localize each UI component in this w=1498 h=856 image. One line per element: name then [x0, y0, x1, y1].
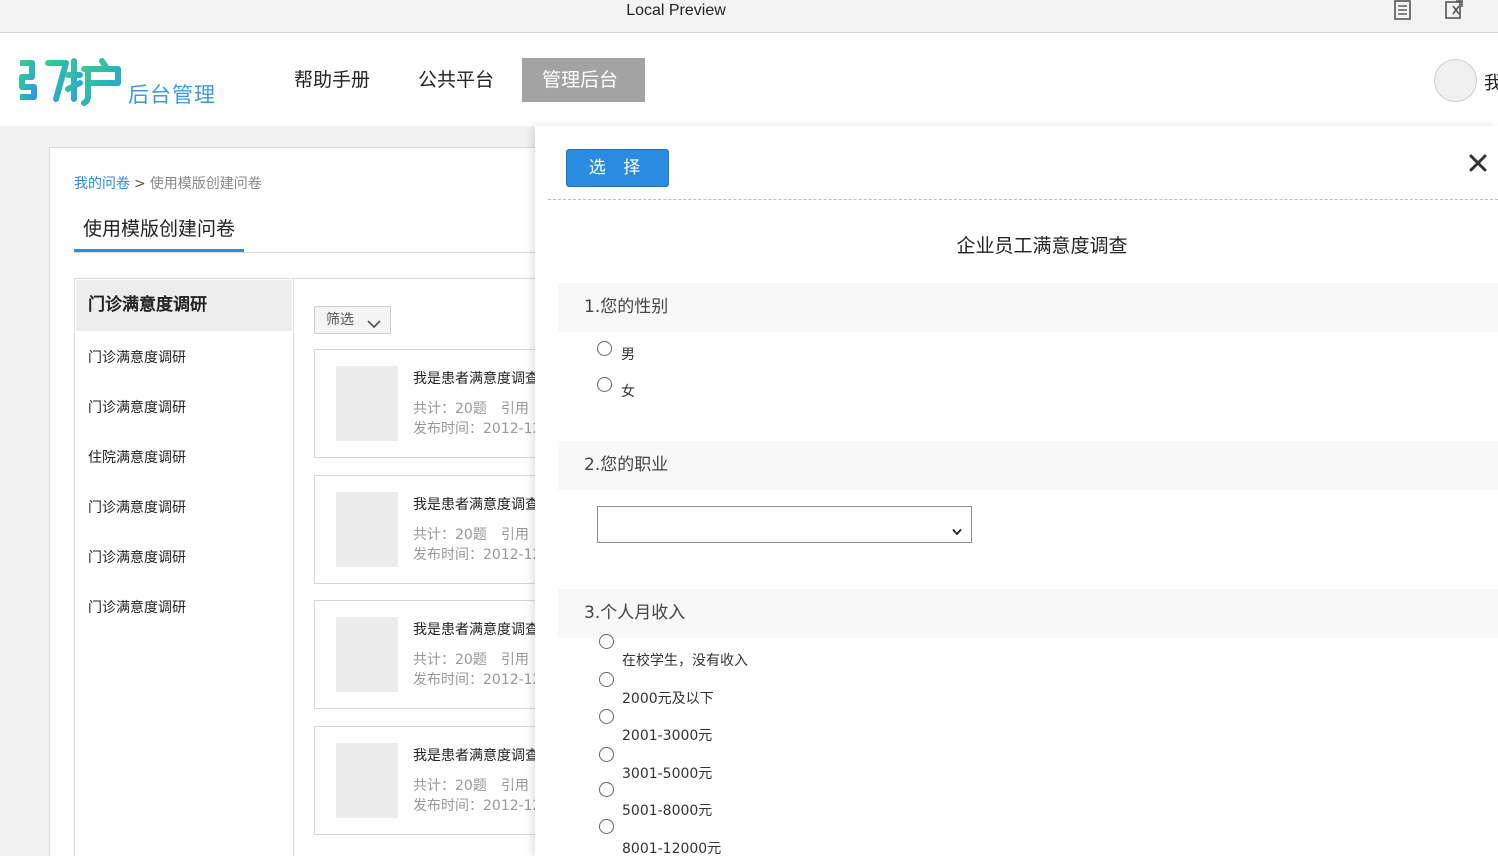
nav-admin-backend[interactable]: 管理后台: [522, 58, 645, 102]
template-ref: 引用: [500, 401, 529, 417]
template-count: 共计：20题: [413, 652, 487, 668]
title-divider: [74, 252, 570, 253]
template-thumbnail: [336, 617, 398, 692]
option-label: 在校学生，没有收入: [622, 653, 748, 669]
breadcrumb-link-my-surveys[interactable]: 我的问卷: [74, 176, 130, 192]
template-date: 发布时间：2012-12: [413, 421, 542, 437]
template-title: 我是患者满意度调查: [413, 497, 539, 513]
gender-male-radio[interactable]: [597, 341, 612, 356]
template-card[interactable]: 我是患者满意度调查 共计：20题 引用 发布时间：2012-12: [314, 475, 570, 584]
option-label: 男: [621, 347, 635, 363]
app-header: 后台管理 帮助手册 公共平台 管理后台 我: [0, 33, 1498, 126]
template-meta: 共计：20题 引用: [413, 524, 529, 544]
template-count: 共计：20题: [413, 778, 487, 794]
breadcrumb: 我的问卷 > 使用模版创建问卷: [74, 173, 262, 193]
option-label: 5001-8000元: [622, 803, 713, 819]
template-card[interactable]: 我是患者满意度调查 共计：20题 引用 发布时间：2012-12: [314, 600, 570, 709]
option-label: 8001-12000元: [622, 841, 722, 856]
template-ref: 引用: [500, 527, 529, 543]
template-count: 共计：20题: [413, 527, 487, 543]
drawer-divider: [548, 199, 1498, 200]
category-item[interactable]: 住院满意度调研: [88, 447, 186, 467]
select-button[interactable]: 选 择: [566, 149, 669, 187]
template-title: 我是患者满意度调查: [413, 748, 539, 764]
template-meta: 共计：20题 引用: [413, 649, 529, 669]
template-meta: 共计：20题 引用: [413, 775, 529, 795]
category-item[interactable]: 门诊满意度调研: [88, 547, 186, 567]
logo-subtitle: 后台管理: [128, 83, 216, 107]
logo[interactable]: [18, 57, 126, 107]
option-label: 3001-5000元: [622, 766, 713, 782]
chevron-down-icon: [366, 313, 382, 339]
category-item[interactable]: 门诊满意度调研: [88, 497, 186, 517]
category-header[interactable]: 门诊满意度调研: [76, 280, 292, 331]
filter-label: 筛选: [326, 312, 354, 328]
option-label: 女: [621, 384, 635, 400]
survey-title: 企业员工满意度调查: [956, 235, 1128, 257]
income-option-radio[interactable]: [599, 782, 614, 797]
template-thumbnail: [336, 743, 398, 818]
nav-help-manual[interactable]: 帮助手册: [274, 58, 390, 102]
external-link-icon[interactable]: [1444, 0, 1466, 22]
template-card[interactable]: 我是患者满意度调查 共计：20题 引用 发布时间：2012-12: [314, 726, 570, 835]
category-item[interactable]: 门诊满意度调研: [88, 347, 186, 367]
column-divider: [293, 278, 294, 856]
template-date: 发布时间：2012-12: [413, 798, 542, 814]
window-title: Local Preview: [626, 2, 726, 19]
template-count: 共计：20题: [413, 401, 487, 417]
gender-female-radio[interactable]: [597, 377, 612, 392]
income-option-radio[interactable]: [599, 747, 614, 762]
category-item[interactable]: 门诊满意度调研: [88, 597, 186, 617]
breadcrumb-separator: >: [134, 176, 146, 192]
option-label: 2001-3000元: [622, 728, 713, 744]
template-title: 我是患者满意度调查: [413, 622, 539, 638]
question-title: 1.您的性别: [558, 283, 1498, 332]
page-title-tab[interactable]: 使用模版创建问卷: [74, 214, 245, 252]
logo-mark: [19, 58, 121, 106]
template-preview-drawer: 选 择 企业员工满意度调查 1.您的性别 男 女 2.您的职业 3.个人月收入 …: [535, 126, 1498, 856]
avatar[interactable]: [1434, 59, 1477, 102]
income-option-radio[interactable]: [599, 634, 614, 649]
user-name[interactable]: 我: [1484, 69, 1498, 95]
template-date: 发布时间：2012-12: [413, 672, 542, 688]
question-title: 2.您的职业: [558, 441, 1498, 490]
template-ref: 引用: [500, 778, 529, 794]
income-option-radio[interactable]: [599, 672, 614, 687]
document-icon[interactable]: [1393, 0, 1415, 22]
template-ref: 引用: [500, 652, 529, 668]
income-option-radio[interactable]: [599, 819, 614, 834]
template-meta: 共计：20题 引用: [413, 398, 529, 418]
question-title: 3.个人月收入: [558, 589, 1498, 638]
template-date: 发布时间：2012-12: [413, 547, 542, 563]
category-item[interactable]: 门诊满意度调研: [88, 397, 186, 417]
close-icon[interactable]: [1468, 153, 1490, 175]
income-option-radio[interactable]: [599, 709, 614, 724]
template-thumbnail: [336, 366, 398, 441]
nav-public-platform[interactable]: 公共平台: [398, 58, 514, 102]
template-card[interactable]: 我是患者满意度调查 共计：20题 引用 发布时间：2012-12: [314, 349, 570, 458]
template-title: 我是患者满意度调查: [413, 371, 539, 387]
template-thumbnail: [336, 492, 398, 567]
chevron-down-icon: [952, 521, 962, 540]
breadcrumb-current: 使用模版创建问卷: [149, 176, 262, 192]
option-label: 2000元及以下: [622, 691, 714, 707]
category-sidebar: 门诊满意度调研 门诊满意度调研 门诊满意度调研 住院满意度调研 门诊满意度调研 …: [74, 278, 294, 856]
occupation-select[interactable]: [597, 506, 972, 543]
window-titlebar: Local Preview: [0, 0, 1498, 33]
filter-dropdown-button[interactable]: 筛选: [314, 306, 391, 334]
main-content: 我的问卷 > 使用模版创建问卷 使用模版创建问卷 门诊满意度调研 门诊满意度调研 门…: [49, 147, 570, 856]
list-top-border: [293, 278, 570, 279]
